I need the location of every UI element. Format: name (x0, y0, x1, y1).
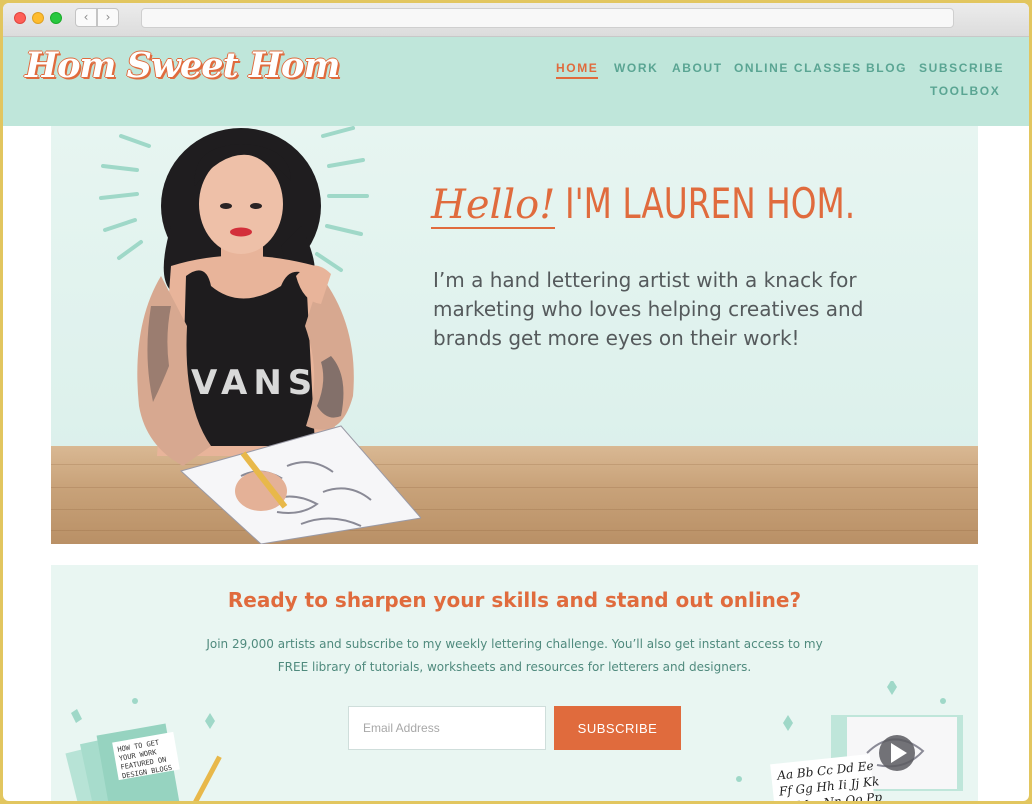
chevron-right-icon: › (105, 10, 111, 24)
site-header: Hom Sweet Hom HOME WORK ABOUT ONLINE CLA… (3, 37, 1029, 126)
hello-script: Hello! (431, 182, 556, 229)
browser-toolbar: ‹ › (3, 3, 1029, 37)
back-button[interactable]: ‹ (75, 8, 97, 27)
browser-window: ‹ › Hom Sweet Hom HOME WORK ABOUT ONLINE… (3, 3, 1029, 801)
online-class-illustration: Aa Bb Cc Dd Ee Ff Gg Hh Ii Jj Kk Ll Mm N… (736, 681, 963, 801)
minimize-window-button[interactable] (32, 12, 44, 24)
ebook-stack-illustration: HOW TO GET YOUR WORK FEATURED ON DESIGN … (65, 698, 222, 801)
shirt-text: VANS (191, 363, 318, 403)
main-nav: HOME WORK ABOUT ONLINE CLASSES BLOG SUBS… (3, 61, 1029, 111)
nav-blog[interactable]: BLOG (866, 61, 907, 75)
signup-heading: Ready to sharpen your skills and stand o… (227, 588, 802, 612)
nav-home[interactable]: HOME (556, 61, 599, 79)
hero-section: VANS Hello! I'M LAUREN HOM. I’m a hand l… (51, 126, 978, 544)
nav-subscribe[interactable]: SUBSCRIBE (919, 61, 1004, 75)
address-bar[interactable] (141, 8, 954, 28)
nav-about[interactable]: ABOUT (672, 61, 723, 75)
chevron-left-icon: ‹ (83, 10, 89, 24)
hero-headline: Hello! I'M LAUREN HOM. (431, 182, 937, 229)
nav-toolbox[interactable]: TOOLBOX (930, 84, 1000, 98)
close-window-button[interactable] (14, 12, 26, 24)
forward-button[interactable]: › (97, 8, 119, 27)
lauren-hom-portrait: VANS (91, 128, 421, 544)
email-address-input[interactable] (348, 706, 546, 750)
subscribe-button[interactable]: SUBSCRIBE (554, 706, 681, 750)
hero-name: I'M LAUREN HOM. (565, 179, 856, 228)
nav-work[interactable]: WORK (614, 61, 658, 75)
hero-intro: I’m a hand lettering artist with a knack… (433, 268, 864, 350)
signup-description: Join 29,000 artists and subscribe to my … (206, 637, 823, 674)
newsletter-signup: Ready to sharpen your skills and stand o… (51, 565, 978, 801)
zoom-window-button[interactable] (50, 12, 62, 24)
nav-online-classes[interactable]: ONLINE CLASSES (734, 61, 862, 75)
